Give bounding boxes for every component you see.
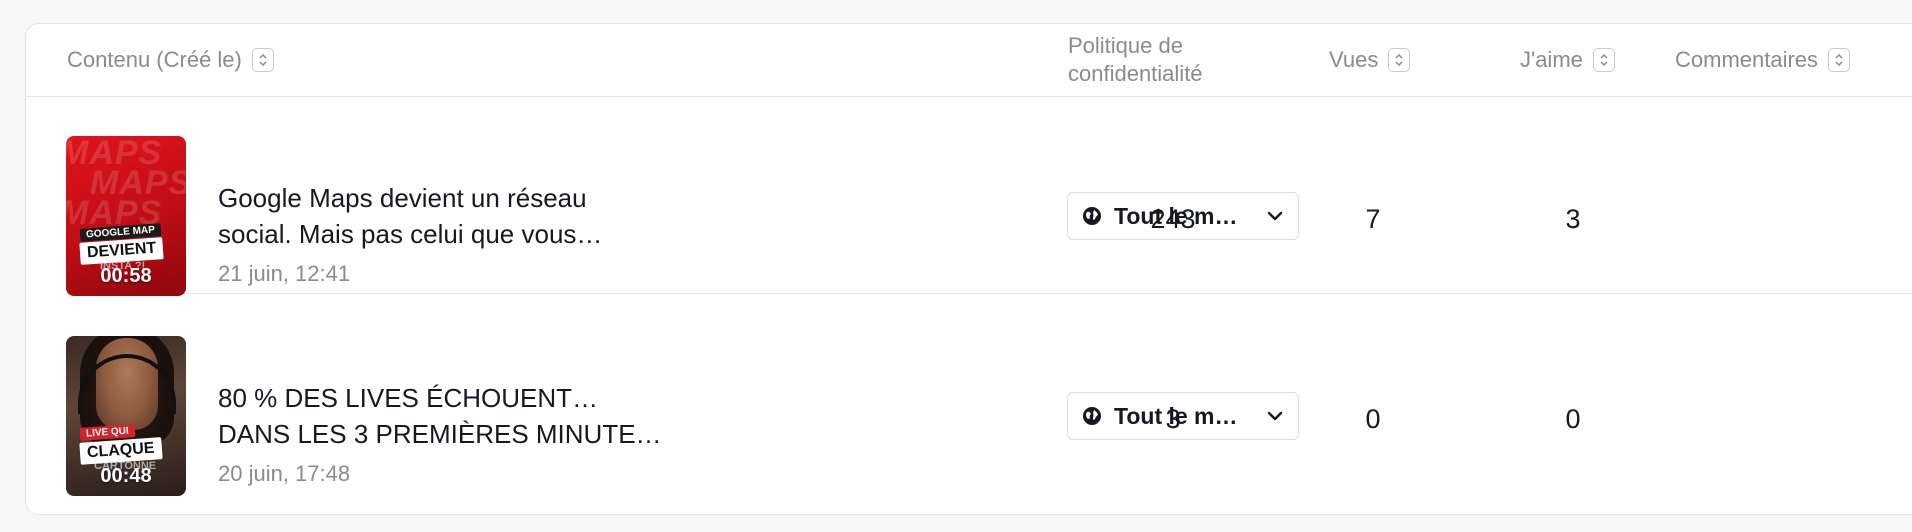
column-header-comments-label: Commentaires: [1675, 47, 1819, 72]
table-row: MAPS MAPS MAPS GOOGLE MAP DEVIENT INSTA …: [66, 96, 1912, 296]
video-title-line: 80 % DES LIVES ÉCHOUENT…: [218, 383, 598, 413]
video-title-line: Google Maps devient un réseau: [218, 183, 587, 213]
column-header-likes[interactable]: J'aime: [1520, 24, 1615, 96]
video-title-line: DANS LES 3 PREMIÈRES MINUTE…: [218, 419, 662, 449]
video-title-line: social. Mais pas celui que vous…: [218, 219, 603, 249]
content-table: Contenu (Créé le) Politique de confident…: [25, 23, 1912, 515]
comments-count: 3: [1565, 204, 1581, 234]
column-header-content[interactable]: Contenu (Créé le): [67, 24, 274, 96]
column-header-likes-label: J'aime: [1520, 47, 1583, 72]
column-header-content-label: Contenu (Créé le): [67, 47, 242, 72]
column-header-privacy-line2: confidentialité: [1068, 61, 1203, 86]
sort-icon[interactable]: [1388, 48, 1411, 72]
column-header-comments[interactable]: Commentaires: [1675, 24, 1851, 96]
table-row: LIVE QUI CLAQUE CARTONNE 00:48 80 % DES …: [66, 296, 1912, 496]
video-duration: 00:48: [100, 465, 152, 487]
views-count: 243: [1150, 204, 1196, 234]
globe-icon: [1082, 406, 1102, 426]
table-header: Contenu (Créé le) Politique de confident…: [26, 24, 1912, 97]
chevron-down-icon: [1266, 407, 1284, 425]
video-duration: 00:58: [100, 265, 152, 287]
video-title[interactable]: Google Maps devient un réseau social. Ma…: [218, 180, 688, 252]
video-title[interactable]: 80 % DES LIVES ÉCHOUENT… DANS LES 3 PREM…: [218, 380, 688, 452]
video-date: 20 juin, 17:48: [218, 461, 351, 486]
column-header-views[interactable]: Vues: [1329, 24, 1411, 96]
column-header-privacy: Politique de confidentialité: [1068, 24, 1268, 96]
chevron-down-icon: [1266, 207, 1284, 225]
globe-icon: [1082, 206, 1102, 226]
column-header-privacy-line1: Politique de: [1068, 33, 1183, 58]
sort-icon[interactable]: [1592, 48, 1615, 72]
views-count: 3: [1165, 404, 1181, 434]
video-thumbnail[interactable]: MAPS MAPS MAPS GOOGLE MAP DEVIENT INSTA …: [66, 136, 186, 296]
column-header-views-label: Vues: [1329, 47, 1379, 72]
likes-count: 0: [1365, 404, 1381, 434]
video-date: 21 juin, 12:41: [218, 261, 351, 286]
likes-count: 7: [1365, 204, 1381, 234]
sort-icon[interactable]: [251, 48, 274, 72]
sort-icon[interactable]: [1828, 48, 1851, 72]
video-thumbnail[interactable]: LIVE QUI CLAQUE CARTONNE 00:48: [66, 336, 186, 496]
comments-count: 0: [1565, 404, 1581, 434]
